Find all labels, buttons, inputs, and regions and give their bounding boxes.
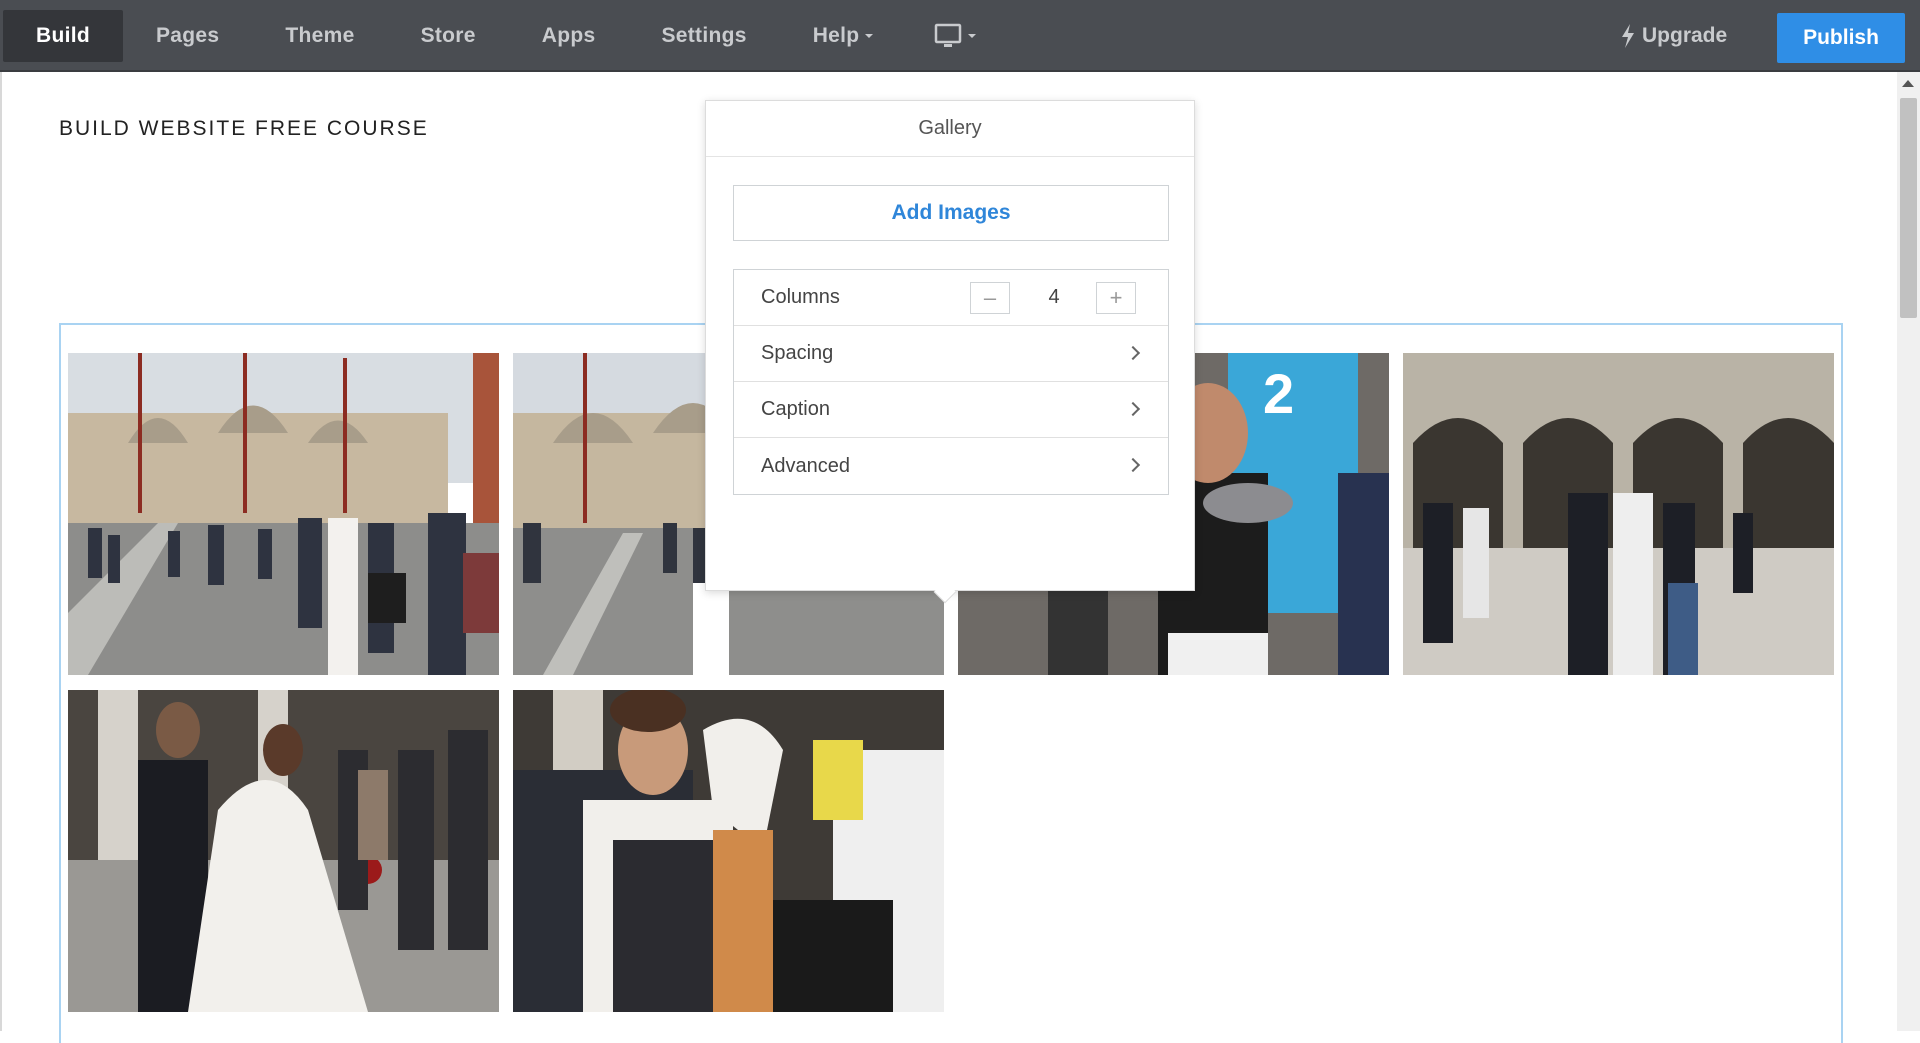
scroll-up-arrow-icon[interactable] (1902, 80, 1914, 87)
top-navbar: Build Pages Theme Store Apps Settings He… (0, 0, 1920, 72)
nav-apps[interactable]: Apps (509, 10, 629, 62)
chevron-down-icon (968, 34, 977, 38)
chevron-down-icon (865, 34, 874, 38)
nav-help[interactable]: Help (780, 10, 907, 62)
chevron-right-icon (1125, 457, 1141, 473)
photo-basilica-square[interactable] (68, 353, 499, 675)
publish-button[interactable]: Publish (1777, 13, 1905, 63)
nav-theme[interactable]: Theme (252, 10, 387, 62)
gallery-settings-popover: Gallery Add Images Columns – 4 + Spacing… (705, 100, 1195, 591)
main-nav: Build Pages Theme Store Apps Settings He… (3, 10, 1002, 62)
columns-increment-button[interactable]: + (1096, 282, 1136, 314)
device-preview-toggle[interactable] (906, 10, 1002, 62)
advanced-label: Advanced (761, 454, 850, 477)
site-title[interactable]: BUILD WEBSITE FREE COURSE (59, 117, 429, 141)
advanced-row[interactable]: Advanced (734, 438, 1168, 494)
nav-settings[interactable]: Settings (628, 10, 779, 62)
caption-label: Caption (761, 398, 830, 420)
popover-title: Gallery (706, 101, 1194, 157)
columns-decrement-button[interactable]: – (970, 282, 1010, 314)
spacing-row[interactable]: Spacing (734, 326, 1168, 382)
desktop-monitor-icon (935, 23, 962, 47)
nav-store[interactable]: Store (388, 10, 509, 62)
gallery-options-list: Columns – 4 + Spacing Caption Advanced (733, 269, 1169, 495)
photo-bride-groom-square[interactable] (68, 690, 499, 1012)
nav-pages[interactable]: Pages (123, 10, 252, 62)
nav-build[interactable]: Build (3, 10, 123, 62)
nav-help-label: Help (812, 24, 860, 47)
svg-text:2: 2 (1263, 362, 1294, 425)
caption-row[interactable]: Caption (734, 382, 1168, 438)
lightning-bolt-icon (1622, 24, 1634, 48)
upgrade-button[interactable]: Upgrade (1620, 18, 1727, 54)
chevron-right-icon (1125, 401, 1141, 417)
scrollbar-thumb[interactable] (1900, 98, 1917, 318)
photo-groom-portrait[interactable] (513, 690, 944, 1012)
photo-arcade-couple[interactable] (1403, 353, 1834, 675)
columns-row: Columns – 4 + (734, 270, 1168, 326)
columns-label: Columns (761, 286, 840, 308)
vertical-scrollbar[interactable] (1897, 72, 1920, 1031)
chevron-right-icon (1125, 345, 1141, 361)
spacing-label: Spacing (761, 342, 834, 364)
upgrade-label: Upgrade (1642, 24, 1728, 47)
add-images-button[interactable]: Add Images (733, 185, 1169, 241)
columns-value: 4 (1048, 286, 1060, 308)
